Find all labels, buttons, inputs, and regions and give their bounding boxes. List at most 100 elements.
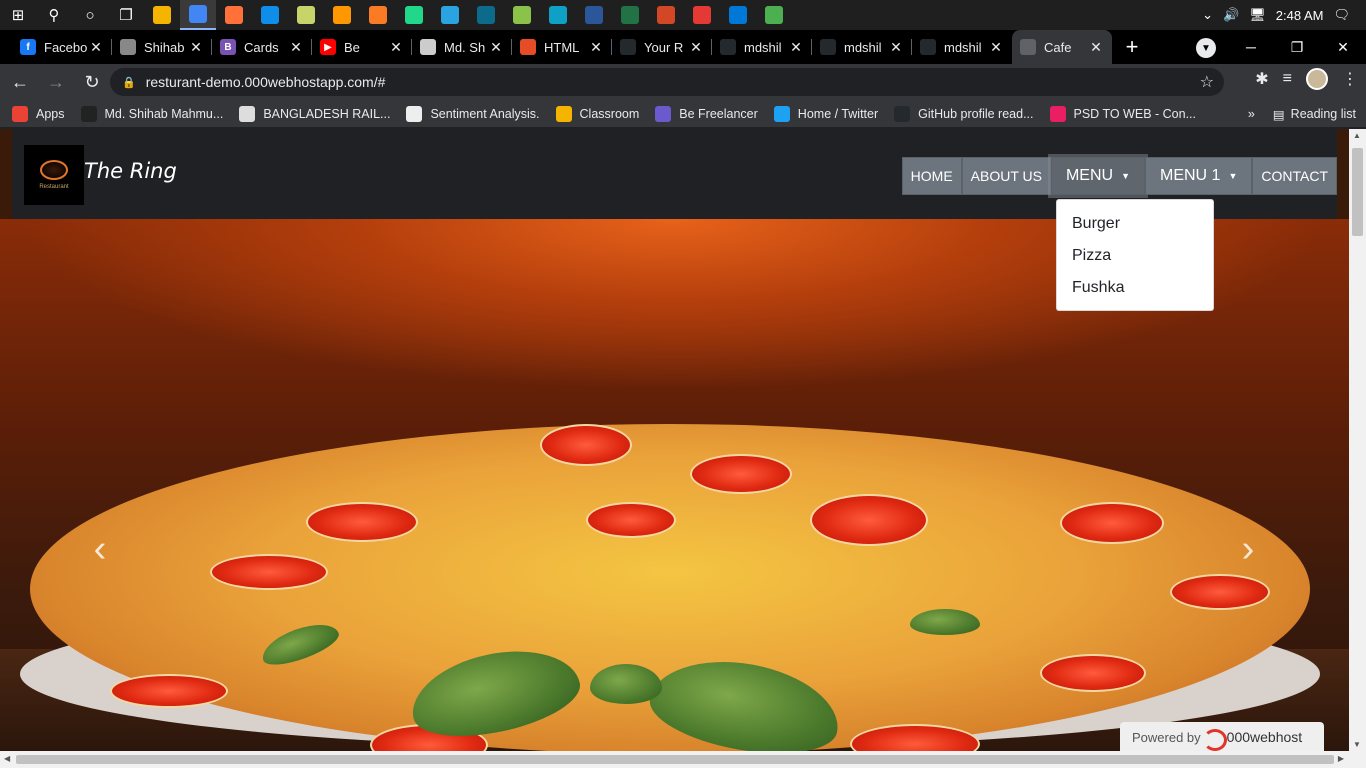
more-bookmarks-icon[interactable]: »: [1248, 107, 1255, 121]
reading-list-button[interactable]: Reading list: [1291, 107, 1356, 121]
carousel-prev-button[interactable]: ‹: [80, 519, 120, 579]
tab-close-icon[interactable]: ✕: [188, 39, 204, 56]
reading-list-icon[interactable]: ▤: [1273, 107, 1285, 122]
nav-home[interactable]: HOME: [901, 157, 962, 195]
horizontal-scroll-thumb[interactable]: [16, 755, 1334, 764]
lock-icon[interactable]: 🔒: [122, 76, 136, 89]
loader-icon[interactable]: [756, 0, 792, 30]
minimize-icon[interactable]: ─: [1228, 39, 1274, 55]
bookmark-item[interactable]: Sentiment Analysis.: [406, 105, 540, 122]
word-icon[interactable]: [576, 0, 612, 30]
tab-title: Cards: [244, 39, 279, 55]
address-bar[interactable]: 🔒 resturant-demo.000webhostapp.com/# ☆: [110, 68, 1224, 96]
tab-close-icon[interactable]: ✕: [688, 39, 704, 56]
search-icon[interactable]: ⚲: [36, 0, 72, 30]
notepad-icon[interactable]: [288, 0, 324, 30]
tab-close-icon[interactable]: ✕: [388, 39, 404, 56]
nav-menu1-dropdown[interactable]: MENU 1 ▼: [1145, 157, 1253, 195]
browser-tab[interactable]: Cafe ✕: [1012, 30, 1112, 64]
browser-tab[interactable]: Your R ✕: [612, 30, 712, 64]
bookmark-star-icon[interactable]: ☆: [1200, 72, 1214, 92]
bookmark-item[interactable]: Home / Twitter: [773, 105, 878, 122]
dropdown-item-fushka[interactable]: Fushka: [1057, 272, 1213, 304]
browser-tab[interactable]: ▶ Be ✕: [312, 30, 412, 64]
pycharm-icon[interactable]: [396, 0, 432, 30]
browser-tab[interactable]: B Cards ✕: [212, 30, 312, 64]
restore-icon[interactable]: ❐: [1274, 39, 1320, 56]
tab-close-icon[interactable]: ✕: [988, 39, 1004, 56]
scroll-left-icon[interactable]: ◀: [4, 754, 10, 763]
tab-close-icon[interactable]: ✕: [888, 39, 904, 56]
network-icon[interactable]: 🖥: [1249, 7, 1266, 23]
excel-icon[interactable]: [612, 0, 648, 30]
scroll-up-icon[interactable]: ▲: [1353, 131, 1361, 140]
bookmark-item[interactable]: BANGLADESH RAIL...: [239, 105, 390, 122]
tab-close-icon[interactable]: ✕: [1088, 39, 1104, 56]
browser-tab[interactable]: Shihab ✕: [112, 30, 212, 64]
browser-tab[interactable]: mdshil ✕: [712, 30, 812, 64]
chrome-icon[interactable]: [180, 0, 216, 30]
chevron-up-icon[interactable]: ⌄: [1202, 7, 1213, 23]
teamviewer-icon[interactable]: [252, 0, 288, 30]
browser-tab[interactable]: mdshil ✕: [812, 30, 912, 64]
nav-menu-dropdown[interactable]: MENU ▼: [1050, 157, 1145, 195]
tab-close-icon[interactable]: ✕: [488, 39, 504, 56]
back-icon[interactable]: ←: [4, 66, 36, 98]
scroll-down-icon[interactable]: ▼: [1353, 740, 1361, 749]
firefox-icon[interactable]: [216, 0, 252, 30]
tab-close-icon[interactable]: ✕: [788, 39, 804, 56]
site-brand[interactable]: The Ring: [84, 159, 177, 183]
bookmark-item[interactable]: Be Freelancer: [655, 105, 758, 122]
colorful-app-icon[interactable]: [684, 0, 720, 30]
browser-tab[interactable]: HTML ✕: [512, 30, 612, 64]
bookmark-item[interactable]: PSD TO WEB - Con...: [1049, 105, 1196, 122]
browser-tab[interactable]: f Facebo ✕: [12, 30, 112, 64]
nav-about[interactable]: ABOUT US: [961, 157, 1051, 195]
volume-icon[interactable]: 🔊: [1223, 7, 1239, 23]
vertical-scroll-thumb[interactable]: [1352, 148, 1363, 236]
site-logo[interactable]: Restaurant: [24, 145, 84, 205]
vscode-icon[interactable]: [720, 0, 756, 30]
task-view-icon[interactable]: ❐: [108, 0, 144, 30]
carousel-next-button[interactable]: ›: [1228, 519, 1268, 579]
android-icon[interactable]: [504, 0, 540, 30]
edge-icon[interactable]: [540, 0, 576, 30]
profile-avatar[interactable]: [1306, 68, 1328, 90]
dropdown-item-burger[interactable]: Burger: [1057, 208, 1213, 240]
file-explorer-icon[interactable]: [144, 0, 180, 30]
vscode-blue-icon[interactable]: [468, 0, 504, 30]
browser-tab[interactable]: Md. Sh ✕: [412, 30, 512, 64]
extensions-icon[interactable]: ✱: [1255, 69, 1268, 89]
more-menu-icon[interactable]: ⋮: [1342, 69, 1358, 89]
powerpoint-icon[interactable]: [648, 0, 684, 30]
xampp-icon[interactable]: [360, 0, 396, 30]
horizontal-scrollbar[interactable]: ◀ ▶: [0, 751, 1366, 768]
tab-close-icon[interactable]: ✕: [288, 39, 304, 56]
scroll-right-icon[interactable]: ▶: [1338, 754, 1344, 763]
clock[interactable]: 2:48 AM: [1276, 8, 1324, 23]
forward-icon[interactable]: →: [40, 66, 72, 98]
edge-icon-glyph: [549, 6, 567, 24]
cortana-icon[interactable]: ○: [72, 0, 108, 30]
windows-start-icon[interactable]: ⊞: [0, 0, 36, 30]
sublime-icon[interactable]: [324, 0, 360, 30]
telegram-icon[interactable]: [432, 0, 468, 30]
bookmark-item[interactable]: Apps: [12, 105, 65, 122]
powered-by-badge[interactable]: Powered by 000webhost: [1120, 722, 1324, 751]
bookmark-favicon-icon: [406, 105, 423, 122]
tab-search-icon[interactable]: ▼: [1196, 38, 1216, 58]
bookmark-item[interactable]: Md. Shihab Mahmu...: [80, 105, 223, 122]
nav-contact[interactable]: CONTACT: [1252, 157, 1337, 195]
reload-icon[interactable]: ↻: [76, 66, 108, 98]
bookmark-item[interactable]: GitHub profile read...: [894, 105, 1034, 122]
new-tab-button[interactable]: +: [1112, 34, 1152, 60]
url-text[interactable]: resturant-demo.000webhostapp.com/#: [146, 74, 386, 90]
notification-icon[interactable]: 🗨: [1333, 7, 1350, 23]
media-control-icon[interactable]: ≡: [1283, 70, 1292, 88]
close-window-icon[interactable]: ✕: [1320, 39, 1366, 56]
bookmark-item[interactable]: Classroom: [555, 105, 639, 122]
dropdown-item-pizza[interactable]: Pizza: [1057, 240, 1213, 272]
tab-close-icon[interactable]: ✕: [88, 39, 104, 56]
browser-tab[interactable]: mdshil ✕: [912, 30, 1012, 64]
tab-close-icon[interactable]: ✕: [588, 39, 604, 56]
